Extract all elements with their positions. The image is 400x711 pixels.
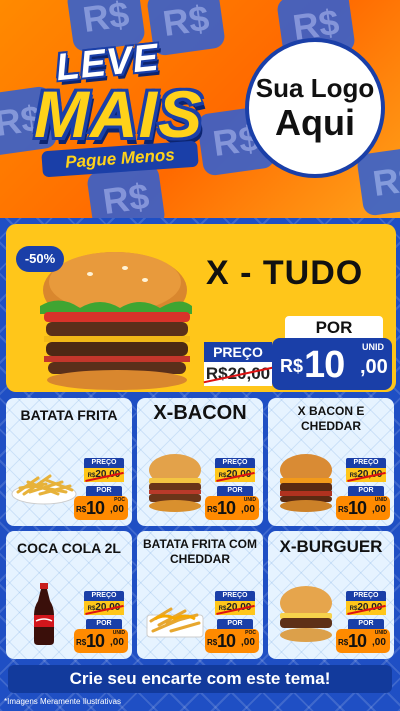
old-price: R$20,00 — [204, 362, 272, 386]
product-card[interactable]: X-BACON PREÇO R$20,00 POR UNID R$ 10,00 — [137, 398, 263, 526]
old-price-label: PREÇO — [215, 591, 255, 601]
fries-cheddar-icon — [146, 607, 204, 638]
logo-mais-text: MAIS — [34, 77, 203, 151]
price-integer: 10 — [304, 344, 345, 386]
price-tag: UNID R$ 10,00 — [74, 629, 128, 653]
new-price-label: POR — [217, 619, 253, 629]
new-price-label: POR — [285, 316, 383, 340]
product-card[interactable]: BATATA FRITA PREÇO R$20,00 POR POC R$ 10,0… — [6, 398, 132, 526]
old-price-label: PREÇO — [84, 458, 124, 468]
product-name: X BACON E CHEDDAR — [297, 404, 365, 433]
old-price-label: PREÇO — [346, 591, 386, 601]
price-tag: UNID R$ 10,00 — [205, 496, 259, 520]
price-tag: UNID R$ 10,00 — [336, 629, 390, 653]
old-price: R$20,00 — [346, 601, 386, 615]
featured-product-name: X - TUDO — [206, 254, 364, 292]
new-price-label: POR — [217, 486, 253, 496]
old-price: R$20,00 — [215, 601, 255, 615]
burger-icon — [280, 454, 332, 512]
currency-symbol: R$ — [280, 356, 304, 376]
price-tag: POC R$ 10,00 — [74, 496, 128, 520]
featured-offer-card[interactable]: -50% X - TUDO PREÇO R$20,00 POR UNID R$ … — [6, 224, 396, 392]
create-flyer-button[interactable]: Crie seu encarte com este tema! — [8, 665, 392, 693]
product-name: COCA COLA 2L — [17, 540, 121, 556]
fries-icon — [11, 474, 77, 505]
product-card[interactable]: X BACON E CHEDDAR PREÇO R$20,00 POR UNID… — [268, 398, 394, 526]
old-price-label: PREÇO — [215, 458, 255, 468]
old-price: R$20,00 — [84, 468, 124, 482]
disclaimer-text: *Imagens Meramente Ilustrativas — [4, 697, 121, 706]
featured-price-box: UNID R$ 10 ,00 — [272, 338, 392, 390]
new-price-label: POR — [86, 619, 122, 629]
old-price: R$20,00 — [215, 468, 255, 482]
leve-mais-logo: LEVE MAIS Pague Menos — [34, 37, 214, 188]
brand-logo-placeholder[interactable]: Sua Logo Aqui — [245, 38, 385, 178]
burger-icon — [280, 586, 332, 642]
product-name: X-BURGUER — [279, 537, 383, 556]
new-price-label: POR — [348, 486, 384, 496]
brand-logo-line2: Aqui — [275, 102, 355, 143]
discount-badge: -50% — [16, 246, 64, 272]
product-name: BATATA FRITA COM CHEDDAR — [143, 537, 257, 566]
old-price-label: PREÇO — [346, 458, 386, 468]
old-price: R$20,00 — [84, 601, 124, 615]
price-tag: POC R$ 10,00 — [205, 629, 259, 653]
old-price: R$20,00 — [346, 468, 386, 482]
brand-logo-line1: Sua Logo — [255, 73, 375, 103]
product-name: BATATA FRITA — [20, 407, 118, 423]
soda-bottle-icon — [34, 583, 54, 645]
unit-label: UNID — [362, 342, 384, 352]
old-price-label: PREÇO — [204, 342, 272, 362]
new-price-label: POR — [86, 486, 122, 496]
price-cents: ,00 — [360, 356, 388, 378]
old-price-label: PREÇO — [84, 591, 124, 601]
product-card[interactable]: COCA COLA 2L PREÇO R$20,00 POR UNID R$ 10,… — [6, 531, 132, 659]
burger-icon — [149, 454, 201, 512]
offers-section: -50% X - TUDO PREÇO R$20,00 POR UNID R$ … — [0, 218, 400, 711]
price-tag: UNID R$ 10,00 — [336, 496, 390, 520]
product-card[interactable]: BATATA FRITA COM CHEDDAR PREÇO R$20,00 P… — [137, 531, 263, 659]
header-banner: R$ R$ R$ R$ R$ R$ R$ LEVE MAIS Pague Men… — [0, 0, 400, 218]
new-price-label: POR — [348, 619, 384, 629]
product-name: X-BACON — [153, 402, 247, 424]
product-card[interactable]: X-BURGUER PREÇO R$20,00 POR UNID R$ 10,00 — [268, 531, 394, 659]
